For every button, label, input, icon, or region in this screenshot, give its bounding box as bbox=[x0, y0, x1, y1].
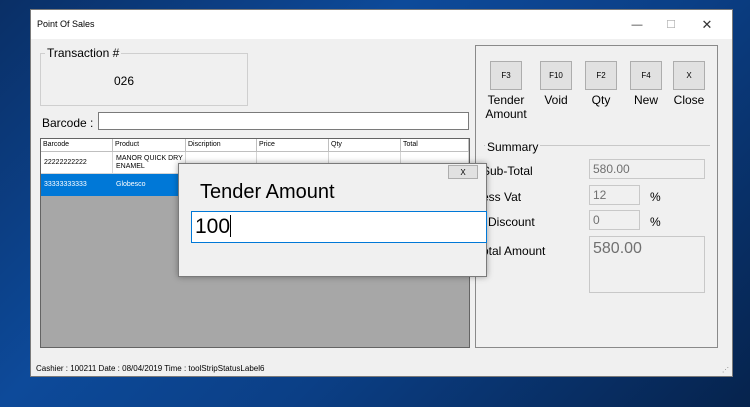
close-button[interactable]: X bbox=[673, 61, 705, 90]
qty-button[interactable]: F2 bbox=[585, 61, 617, 90]
new-label: New bbox=[633, 93, 658, 107]
tender-amount-label: Tender Amount bbox=[485, 93, 527, 121]
cell-product[interactable]: Globesco bbox=[113, 174, 186, 196]
total-amount-field[interactable]: 580.00 bbox=[589, 236, 705, 293]
barcode-input[interactable] bbox=[98, 112, 469, 130]
window-title: Point Of Sales bbox=[37, 19, 95, 29]
dialog-close-button[interactable]: X bbox=[448, 165, 478, 179]
actions-panel: F3 Tender Amount F10 Void F2 Qty F4 New … bbox=[475, 45, 718, 348]
close-label: Close bbox=[673, 93, 705, 107]
summary-title: Summary bbox=[485, 140, 541, 154]
vat-field[interactable]: 12 bbox=[589, 185, 640, 205]
column-header-barcode[interactable]: Barcode bbox=[41, 139, 113, 152]
new-button[interactable]: F4 bbox=[630, 61, 662, 90]
total-amount-label: otal Amount bbox=[482, 244, 546, 258]
column-header-total[interactable]: Total bbox=[401, 139, 469, 152]
tender-amount-value: 100 bbox=[195, 215, 231, 238]
column-header-product[interactable]: Product bbox=[113, 139, 186, 152]
maximize-button[interactable]: ☐ bbox=[655, 10, 687, 39]
cell-product[interactable]: MANOR QUICK DRY ENAMEL bbox=[113, 152, 186, 174]
close-window-button[interactable]: ✕ bbox=[691, 10, 723, 39]
column-header-qty[interactable]: Qty bbox=[329, 139, 401, 152]
discount-percent-sign: % bbox=[650, 215, 661, 229]
text-caret bbox=[230, 215, 232, 237]
tender-amount-button[interactable]: F3 bbox=[490, 61, 522, 90]
transaction-label: Transaction # bbox=[45, 46, 122, 60]
status-bar: Cashier : 100211 Date : 08/04/2019 Time … bbox=[36, 364, 265, 373]
transaction-groupbox bbox=[40, 53, 248, 106]
subtotal-label: Sub-Total bbox=[482, 164, 533, 178]
discount-field[interactable]: 0 bbox=[589, 210, 640, 230]
transaction-number: 026 bbox=[114, 74, 135, 88]
cell-barcode[interactable]: 22222222222 bbox=[41, 152, 113, 174]
resize-grip-icon[interactable]: ⋰ bbox=[722, 366, 729, 374]
qty-label: Qty bbox=[591, 93, 611, 107]
tender-amount-dialog: X Tender Amount 100 bbox=[178, 163, 487, 277]
void-button[interactable]: F10 bbox=[540, 61, 572, 90]
title-bar[interactable]: Point Of Sales — ☐ ✕ bbox=[31, 10, 732, 39]
void-label: Void bbox=[544, 93, 568, 107]
minimize-button[interactable]: — bbox=[621, 10, 653, 39]
dialog-title: Tender Amount bbox=[200, 181, 335, 203]
column-header-discription[interactable]: Discription bbox=[186, 139, 257, 152]
discount-label: l Discount bbox=[482, 215, 535, 229]
tender-amount-input[interactable]: 100 bbox=[191, 211, 487, 243]
subtotal-field[interactable]: 580.00 bbox=[589, 159, 705, 179]
cell-barcode[interactable]: 33333333333 bbox=[41, 174, 113, 196]
barcode-label: Barcode : bbox=[42, 116, 94, 130]
vat-label: ess Vat bbox=[482, 190, 522, 204]
vat-percent-sign: % bbox=[650, 190, 661, 204]
column-header-price[interactable]: Price bbox=[257, 139, 329, 152]
